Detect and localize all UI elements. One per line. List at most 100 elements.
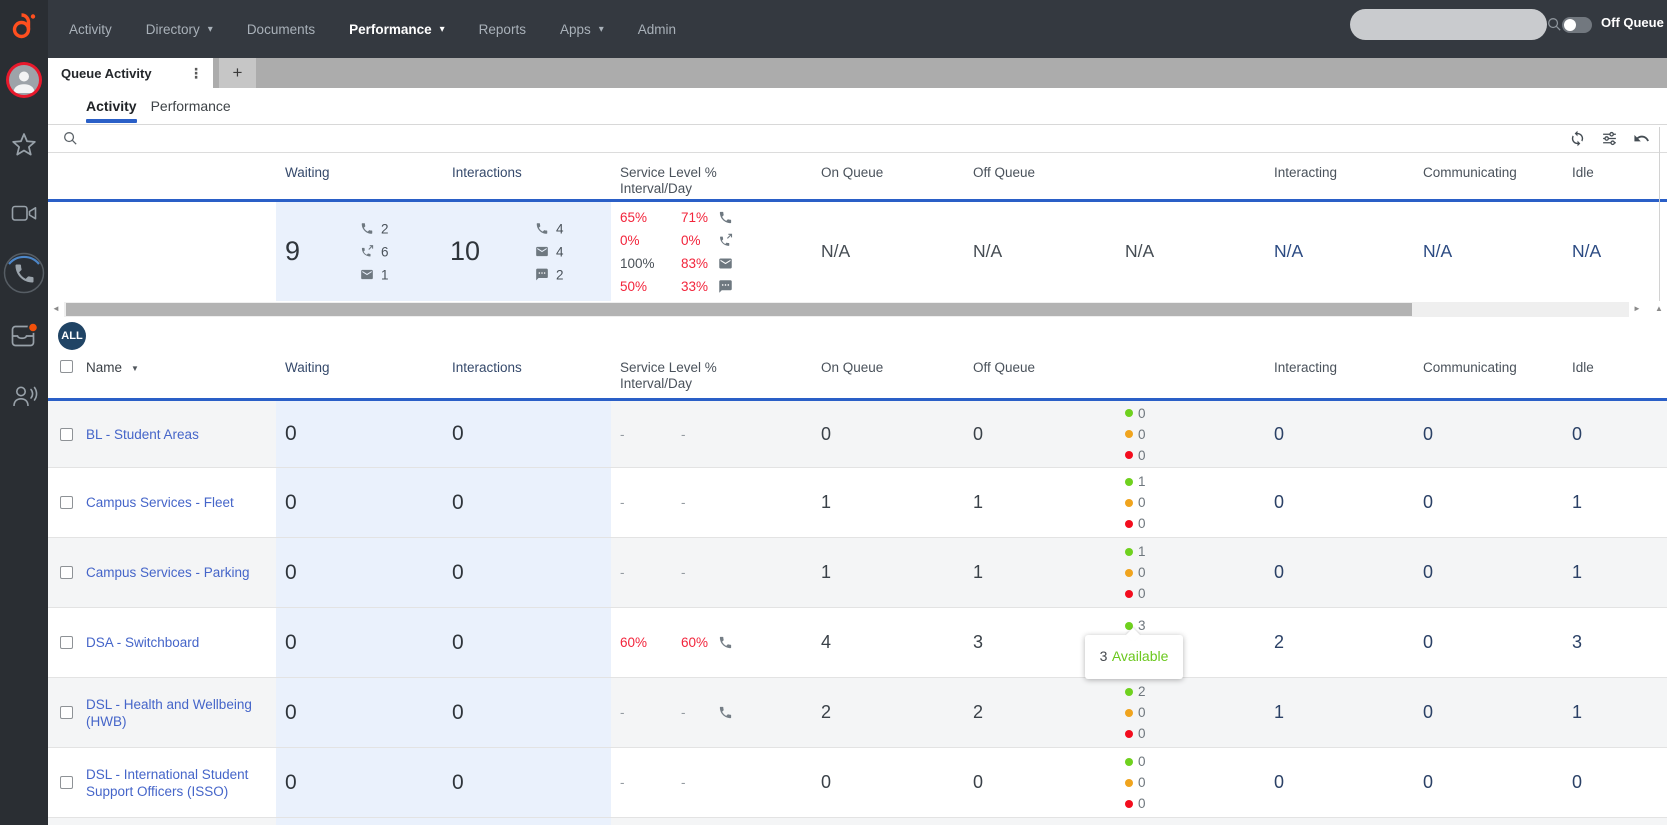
idle-cell: 1: [1572, 562, 1583, 582]
communicating-cell: 0: [1423, 562, 1434, 582]
off-queue-cell: 1: [973, 492, 984, 512]
scrollbar-track[interactable]: [64, 301, 1629, 317]
row-checkbox[interactable]: [60, 706, 73, 719]
communicating-cell: 0: [1423, 423, 1434, 444]
table-row: Campus Services - Fleet 0 0 -- 1 1 100 0…: [48, 468, 1667, 538]
queue-name-link[interactable]: DSA - Switchboard: [86, 634, 199, 651]
tab-menu-kebab-icon[interactable]: ⋮: [179, 65, 213, 82]
queue-name-link[interactable]: Campus Services - Fleet: [86, 494, 234, 511]
table-row: Campus Services - Parking 0 0 -- 1 1 100…: [48, 538, 1667, 608]
scroll-right-arrow-icon[interactable]: ►: [1629, 301, 1645, 317]
nav-activity[interactable]: Activity: [69, 22, 112, 37]
col-communicating: Communicating: [1423, 165, 1517, 180]
col-off-queue[interactable]: Off Queue: [946, 352, 1097, 398]
inbox-icon: [11, 322, 38, 347]
subtab-performance[interactable]: Performance: [144, 88, 238, 124]
nav-documents[interactable]: Documents: [247, 22, 315, 37]
orange-dot-icon: [1125, 708, 1133, 717]
favorites-button[interactable]: [0, 131, 48, 159]
row-checkbox[interactable]: [60, 566, 73, 579]
red-dot-icon: [1125, 519, 1133, 528]
queue-name-cell: BL - Student Areas: [48, 401, 276, 467]
col-interacting[interactable]: Interacting: [1265, 352, 1416, 398]
scrollbar-thumb[interactable]: [66, 302, 1412, 316]
summary-row: 9 2 6 1 10 4 4 2 65% 71% 0% 0% 100% 83% 50%…: [48, 202, 1667, 301]
tab-queue-activity[interactable]: Queue Activity ⋮: [48, 58, 213, 88]
notification-dot-icon: [27, 322, 38, 333]
chat-icon: [535, 268, 549, 282]
summary-communicating: N/A: [1423, 241, 1453, 261]
calls-button[interactable]: [0, 251, 48, 295]
table-row: DSA - Switchboard 0 0 60% 60% 4 3 33 Avai…: [48, 608, 1667, 679]
video-button[interactable]: [0, 202, 48, 225]
queue-name-link[interactable]: DSL - Health and Wellbeing (HWB): [86, 696, 252, 730]
profile-avatar[interactable]: [0, 65, 48, 95]
queue-name-link[interactable]: BL - Student Areas: [86, 426, 199, 443]
service-level-cell: --: [620, 565, 686, 580]
queue-name-cell: Campus Services - Parking: [48, 538, 276, 607]
presence-count: 0: [1125, 562, 1146, 583]
interactions-cell: 0: [444, 401, 611, 467]
off-queue-toggle[interactable]: [1562, 17, 1592, 33]
filter-badge-all[interactable]: ALL: [58, 322, 86, 350]
select-all-checkbox[interactable]: [60, 360, 73, 373]
col-idle[interactable]: Idle: [1565, 352, 1667, 398]
sort-caret-icon[interactable]: ▼: [131, 360, 139, 373]
nav-performance[interactable]: Performance ▾: [349, 22, 445, 37]
agents-button[interactable]: [0, 383, 48, 410]
nav-directory[interactable]: Directory ▾: [146, 22, 213, 37]
presence-count: 0: [1125, 583, 1146, 604]
phone-icon: [718, 635, 733, 650]
summary-waiting-cell: 9 2 6 1: [276, 202, 444, 301]
vertical-scrollbar-track[interactable]: [1659, 127, 1660, 301]
new-tab-button[interactable]: +: [219, 58, 256, 88]
nav-apps[interactable]: Apps ▾: [560, 22, 604, 37]
global-search-input[interactable]: [1350, 17, 1546, 32]
green-dot-icon: [1125, 477, 1133, 486]
presence-count: 2: [1125, 681, 1146, 702]
interactions-cell: 0: [444, 678, 611, 747]
col-communicating[interactable]: Communicating: [1416, 352, 1565, 398]
col-waiting: Waiting: [285, 165, 330, 180]
row-checkbox[interactable]: [60, 776, 73, 789]
phone-icon: [718, 210, 733, 225]
filter-badge-row: ALL: [48, 317, 1667, 352]
col-interactions[interactable]: Interactions: [444, 352, 611, 398]
scroll-left-arrow-icon[interactable]: ◄: [48, 301, 64, 317]
column-settings-sliders-icon[interactable]: [1601, 130, 1618, 147]
row-checkbox[interactable]: [60, 427, 73, 441]
table-row-partial: [48, 818, 1667, 825]
row-checkbox[interactable]: [60, 636, 73, 649]
col-interacting: Interacting: [1274, 165, 1338, 180]
row-checkbox[interactable]: [60, 496, 73, 509]
scroll-up-arrow-icon[interactable]: ▲: [1651, 301, 1667, 317]
interactions-button[interactable]: [0, 322, 48, 349]
summary-off-queue: N/A: [973, 241, 1003, 261]
summary-presence: N/A: [1125, 241, 1155, 261]
queue-name-link[interactable]: DSL - International Student Support Offi…: [86, 766, 252, 800]
col-service-level[interactable]: Service Level % Interval/Day: [611, 352, 792, 398]
nav-admin[interactable]: Admin: [638, 22, 676, 37]
undo-icon[interactable]: [1633, 130, 1650, 147]
genesys-logo-icon[interactable]: [9, 11, 39, 41]
col-on-queue[interactable]: On Queue: [792, 352, 946, 398]
idle-cell: 1: [1572, 702, 1583, 722]
green-dot-icon: [1125, 547, 1133, 556]
queue-name-link[interactable]: Campus Services - Parking: [86, 564, 250, 581]
summary-on-queue: N/A: [821, 241, 851, 261]
presence-count: 0: [1125, 424, 1146, 445]
col-waiting[interactable]: Waiting: [276, 352, 444, 398]
idle-cell: 0: [1572, 423, 1583, 444]
interactions-cell: 0: [444, 748, 611, 817]
subtab-activity[interactable]: Activity: [79, 88, 144, 124]
presence-count: 1: [1125, 541, 1146, 562]
star-icon: [12, 133, 36, 156]
nav-reports[interactable]: Reports: [479, 22, 526, 37]
presence-count: 0: [1125, 723, 1146, 744]
communicating-cell: 0: [1423, 632, 1434, 652]
communicating-cell: 0: [1423, 772, 1434, 792]
col-name[interactable]: Name: [86, 360, 122, 375]
refresh-icon[interactable]: [1569, 130, 1586, 147]
horizontal-scrollbar[interactable]: ◄ ► ▲: [48, 301, 1667, 317]
table-filter-input[interactable]: [79, 131, 1569, 146]
